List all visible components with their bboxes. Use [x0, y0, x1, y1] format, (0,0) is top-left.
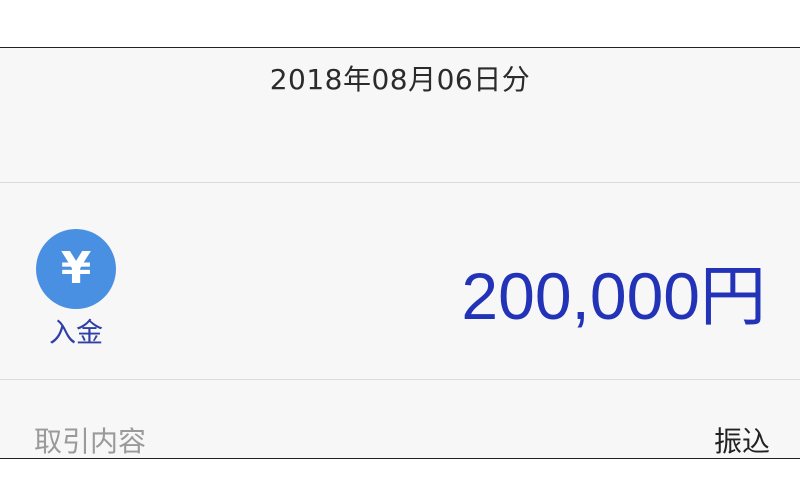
- detail-label: 取引内容: [34, 425, 147, 458]
- date-header: 2018年08月06日分: [0, 48, 800, 182]
- yen-icon: ¥: [36, 229, 116, 309]
- transaction-type-label: 入金: [49, 318, 103, 349]
- date-text: 2018年08月06日分: [269, 63, 531, 96]
- detail-row: 取引内容 振込: [0, 380, 800, 460]
- transaction-row: ¥ 入金 200,000円: [0, 183, 800, 379]
- transaction-amount: 200,000円: [461, 259, 766, 333]
- detail-value: 振込: [713, 425, 770, 458]
- transaction-detail-panel: 2018年08月06日分 ¥ 入金 200,000円 取引内容 振込: [0, 47, 800, 459]
